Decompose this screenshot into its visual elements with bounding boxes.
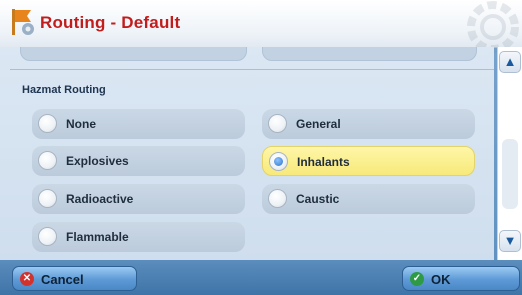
ok-button[interactable]: ✓ OK [402, 266, 520, 291]
window-title: Routing - Default [40, 13, 181, 32]
radio-button[interactable] [268, 189, 287, 208]
radio-option-inhalants[interactable]: Inhalants [262, 146, 475, 176]
option-label: Inhalants [297, 155, 350, 169]
cancel-label: Cancel [41, 272, 84, 287]
chevron-up-icon: ▲ [503, 54, 517, 69]
radio-option-general[interactable]: General [262, 109, 475, 139]
radio-option-none[interactable]: None [32, 109, 245, 139]
action-bar: ✕ Cancel ✓ OK [0, 260, 522, 295]
option-label: General [296, 117, 341, 131]
radio-button[interactable] [38, 189, 57, 208]
ok-label: OK [431, 272, 451, 287]
radio-button[interactable] [38, 151, 57, 170]
option-label: None [66, 117, 96, 131]
radio-option-flammable[interactable]: Flammable [32, 222, 245, 252]
radio-option-caustic[interactable]: Caustic [262, 184, 475, 214]
scroll-down-button[interactable]: ▼ [499, 230, 521, 252]
radio-button[interactable] [268, 114, 287, 133]
radio-option-explosives[interactable]: Explosives [32, 146, 245, 176]
vertical-scrollbar[interactable]: ▲ ▼ [497, 47, 522, 260]
title-bar: Routing - Default [0, 0, 522, 53]
option-label: Flammable [66, 230, 129, 244]
cancel-icon: ✕ [20, 272, 34, 286]
list-item [262, 47, 477, 61]
section-title: Hazmat Routing [22, 84, 106, 96]
radio-option-radioactive[interactable]: Radioactive [32, 184, 245, 214]
option-label: Explosives [66, 154, 129, 168]
options-panel: Hazmat Routing None General Explosives I… [0, 47, 494, 260]
radio-button[interactable] [38, 227, 57, 246]
list-item [20, 47, 247, 61]
radio-button-selected[interactable] [269, 152, 288, 171]
option-label: Radioactive [66, 192, 134, 206]
scroll-track[interactable] [502, 139, 518, 209]
scroll-up-button[interactable]: ▲ [499, 51, 521, 73]
section-divider [10, 69, 494, 70]
chevron-down-icon: ▼ [503, 233, 517, 248]
radio-button[interactable] [38, 114, 57, 133]
cancel-button[interactable]: ✕ Cancel [12, 266, 137, 291]
routing-flag-icon [12, 9, 34, 35]
routing-dialog: Routing - Default Hazmat Routing None Ge… [0, 0, 522, 295]
check-icon: ✓ [410, 272, 424, 286]
option-label: Caustic [296, 192, 340, 206]
